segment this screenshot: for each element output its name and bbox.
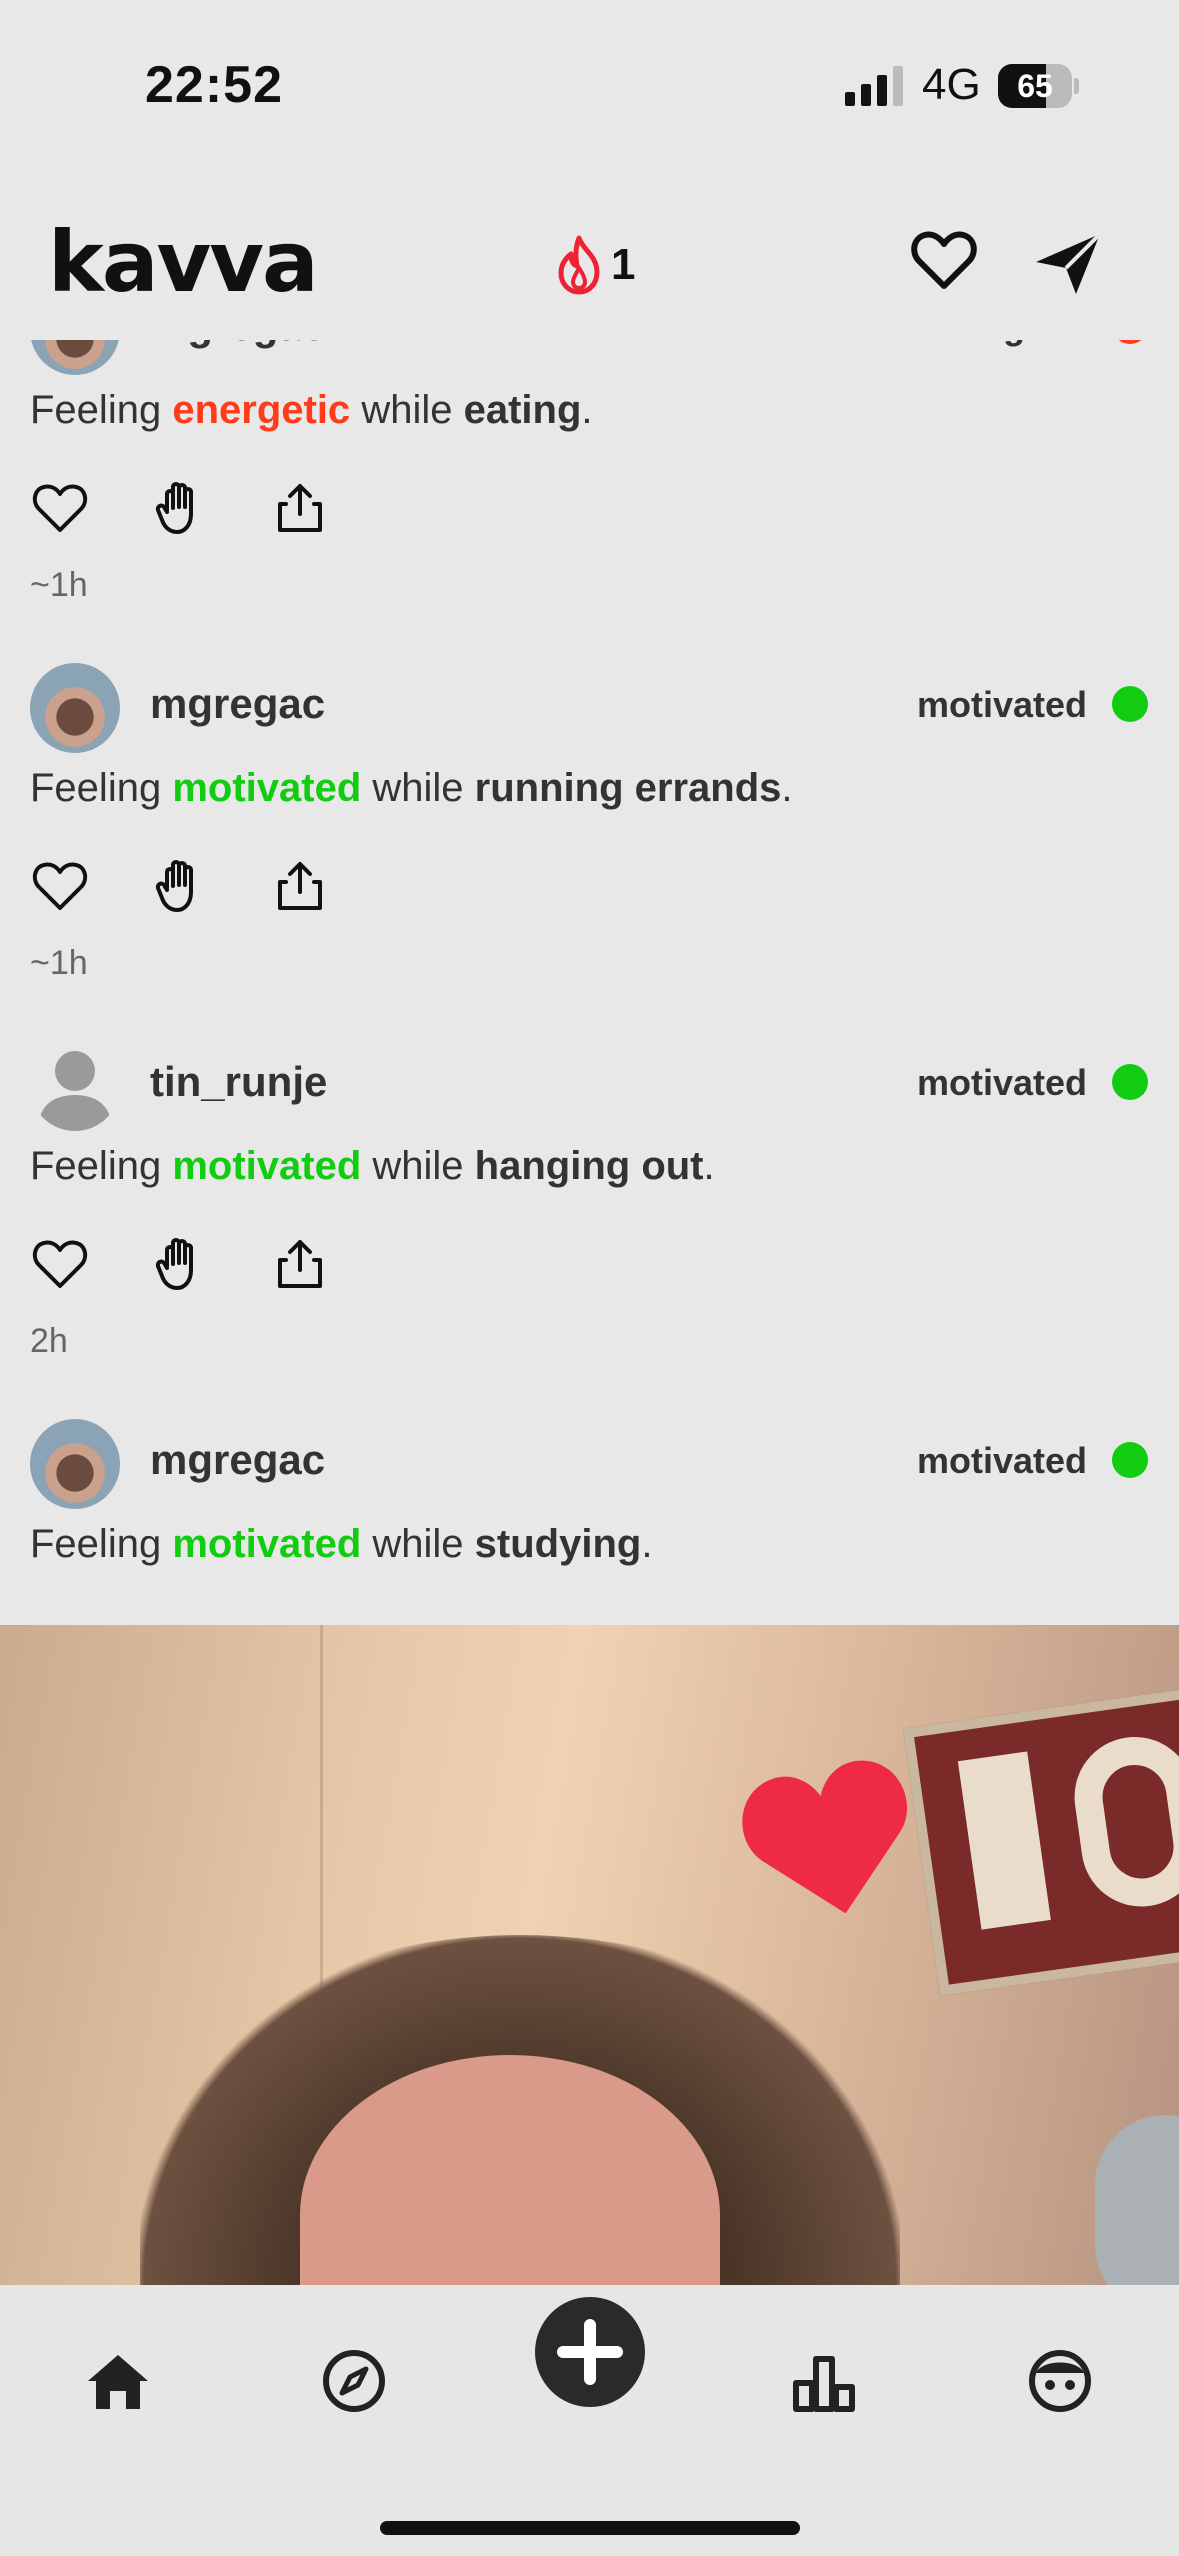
feeling-text: Feeling motivated while running errands.: [30, 766, 793, 811]
feeling-connector: while: [372, 1144, 464, 1188]
mood-dot: [1112, 1064, 1148, 1100]
post-username[interactable]: tin_runje: [150, 1058, 327, 1106]
default-avatar-icon: [38, 1051, 112, 1131]
home-indicator: [380, 2521, 800, 2535]
feeling-activity: hanging out: [474, 1144, 704, 1188]
feeling-mood: energetic: [172, 388, 351, 432]
send-icon[interactable]: [1032, 230, 1104, 298]
stats-icon: [793, 2356, 855, 2412]
avatar[interactable]: [30, 1041, 120, 1131]
app-logo: kavva: [48, 213, 319, 311]
share-icon[interactable]: [272, 480, 328, 536]
feeling-prefix: Feeling: [30, 388, 162, 432]
feeling-suffix: .: [581, 388, 593, 432]
like-icon[interactable]: [32, 480, 88, 536]
cellular-signal-icon: [845, 66, 903, 106]
feeling-text: Feeling energetic while eating.: [30, 388, 593, 433]
photo-poster: [902, 1684, 1179, 1996]
high-five-icon[interactable]: [152, 858, 208, 914]
share-icon[interactable]: [272, 1236, 328, 1292]
status-time: 22:52: [145, 56, 283, 114]
feeling-prefix: Feeling: [30, 1144, 162, 1188]
compass-icon: [323, 2350, 385, 2412]
high-five-icon[interactable]: [152, 480, 208, 536]
post-time: 2h: [30, 1322, 68, 1360]
battery-indicator: 65: [998, 64, 1079, 108]
feeling-suffix: .: [641, 1522, 653, 1566]
feeling-suffix: .: [781, 766, 793, 810]
feed[interactable]: mgregac energetic Feeling energetic whil…: [0, 340, 1179, 1625]
tab-bar: [0, 2285, 1179, 2556]
avatar[interactable]: [30, 663, 120, 753]
feeling-text: Feeling motivated while hanging out.: [30, 1144, 715, 1189]
app-header: kavva 1: [0, 190, 1179, 340]
tab-explore[interactable]: [318, 2345, 390, 2417]
streak-counter[interactable]: 1: [553, 230, 635, 300]
feed-post: mgregac motivated Feeling motivated whil…: [0, 608, 1179, 986]
feeling-connector: while: [361, 388, 453, 432]
flame-icon: [558, 235, 600, 295]
share-icon[interactable]: [272, 858, 328, 914]
feed-post: mgregac motivated Feeling motivated whil…: [0, 1364, 1179, 1625]
post-username[interactable]: mgregac: [150, 340, 325, 350]
feed-post: mgregac energetic Feeling energetic whil…: [0, 340, 1179, 608]
feeling-connector: while: [372, 766, 464, 810]
mood-label: energetic: [927, 340, 1087, 348]
plus-icon: [557, 2319, 623, 2385]
mood-dot: [1112, 340, 1148, 344]
mood-label: motivated: [916, 1440, 1087, 1481]
feeling-activity: studying: [474, 1522, 642, 1566]
feeling-mood: motivated: [172, 1144, 362, 1188]
post-time: ~1h: [30, 944, 88, 982]
avatar[interactable]: [30, 1419, 120, 1509]
status-bar: 22:52 4G 65: [0, 0, 1179, 170]
post-time: ~1h: [30, 566, 88, 604]
like-icon[interactable]: [32, 1236, 88, 1292]
post-photo[interactable]: [0, 1625, 1179, 2285]
high-five-icon[interactable]: [152, 1236, 208, 1292]
like-icon[interactable]: [32, 858, 88, 914]
feeling-mood: motivated: [172, 766, 362, 810]
post-username[interactable]: mgregac: [150, 1436, 325, 1484]
feeling-prefix: Feeling: [30, 766, 162, 810]
feeling-activity: running errands: [474, 766, 782, 810]
feeling-activity: eating: [463, 388, 582, 432]
mood-dot: [1112, 1442, 1148, 1478]
tab-stats[interactable]: [788, 2345, 860, 2417]
mood-dot: [1112, 686, 1148, 722]
add-post-button[interactable]: [535, 2297, 645, 2407]
battery-level: 65: [1017, 68, 1053, 104]
feeling-mood: motivated: [172, 1522, 362, 1566]
post-username[interactable]: mgregac: [150, 680, 325, 728]
feeling-prefix: Feeling: [30, 1522, 162, 1566]
streak-count: 1: [611, 240, 636, 289]
tab-home[interactable]: [82, 2345, 154, 2417]
feed-post: tin_runje motivated Feeling motivated wh…: [0, 986, 1179, 1364]
feeling-connector: while: [372, 1522, 464, 1566]
photo-lamp: [1095, 2115, 1179, 2285]
heart-icon[interactable]: [910, 228, 978, 292]
feeling-text: Feeling motivated while studying.: [30, 1522, 652, 1567]
mood-label: motivated: [916, 1062, 1087, 1103]
profile-icon: [1029, 2350, 1091, 2412]
feeling-suffix: .: [703, 1144, 715, 1188]
network-type: 4G: [922, 60, 981, 109]
avatar[interactable]: [30, 340, 120, 375]
tab-profile[interactable]: [1024, 2345, 1096, 2417]
home-icon: [88, 2355, 148, 2409]
mood-label: motivated: [916, 684, 1087, 725]
